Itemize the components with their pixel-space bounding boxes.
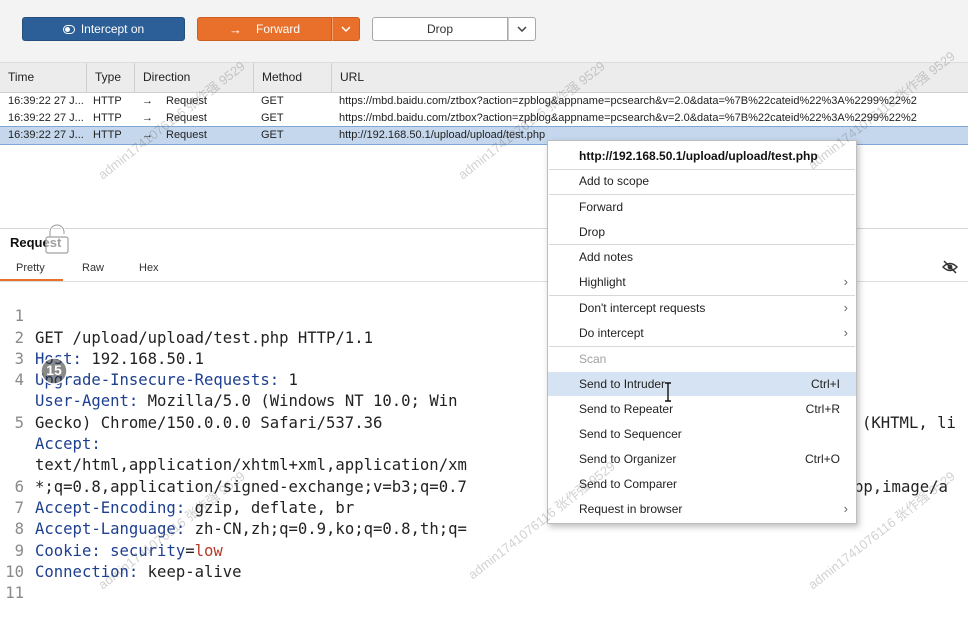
cell-direction: Request — [166, 129, 207, 141]
cell-type: HTTP — [93, 112, 122, 124]
chevron-down-icon — [341, 26, 351, 32]
forward-label: Forward — [255, 22, 300, 36]
code-line: 10 — [0, 541, 968, 581]
cell-time: 16:39:22 27 J... — [8, 112, 84, 124]
column-header-url[interactable]: URL — [331, 63, 968, 92]
cell-type: HTTP — [93, 95, 122, 107]
cell-url: https://mbd.baidu.com/ztbox?action=zpblo… — [339, 95, 917, 107]
cell-direction: Request — [166, 112, 207, 124]
menu-item-send-to-repeater[interactable]: Send to Repeater Ctrl+R — [548, 397, 856, 421]
table-row[interactable]: 16:39:22 27 J... HTTP → Request GET http… — [0, 93, 968, 110]
menu-item-label: Forward — [579, 200, 624, 214]
drop-button[interactable]: Drop — [372, 17, 508, 41]
unlock-icon — [45, 223, 69, 254]
chevron-right-icon: › — [843, 325, 848, 340]
menu-item-label: Scan — [579, 352, 607, 366]
proxy-toolbar: Intercept on → Forward Drop — [0, 0, 968, 62]
chevron-down-icon — [517, 26, 527, 32]
tab-hex[interactable]: Hex — [139, 262, 159, 274]
cell-method: GET — [261, 129, 284, 141]
menu-item-scan: Scan — [548, 347, 856, 371]
text-cursor-icon — [665, 382, 671, 402]
menu-item-label: Send to Comparer — [579, 477, 678, 491]
arrow-right-icon: → — [142, 129, 153, 141]
menu-item-send-to-sequencer[interactable]: Send to Sequencer — [548, 422, 856, 446]
drop-label: Drop — [426, 22, 453, 36]
context-menu-url: http://192.168.50.1/upload/upload/test.p… — [579, 149, 818, 163]
menu-item-send-to-comparer[interactable]: Send to Comparer — [548, 472, 856, 496]
intercept-toggle-button[interactable]: Intercept on — [22, 17, 185, 41]
chevron-right-icon: › — [843, 501, 848, 516]
chevron-right-icon: › — [843, 274, 848, 289]
intercept-history-table: Time Type Direction Method URL 16:39:22 … — [0, 62, 968, 145]
cell-url: https://mbd.baidu.com/ztbox?action=zpblo… — [339, 112, 917, 124]
column-header-time[interactable]: Time — [0, 63, 86, 92]
arrow-right-icon: → — [228, 21, 242, 37]
menu-item-label: Add notes — [579, 250, 634, 264]
menu-item-label: Add to scope — [579, 174, 650, 188]
menu-item-label: Send to Organizer — [579, 452, 677, 466]
timer-badge: 15 — [32, 356, 76, 386]
line-number: 11 — [5, 584, 24, 603]
menu-item-dont-intercept[interactable]: Don't intercept requests › — [548, 296, 856, 320]
cell-time: 16:39:22 27 J... — [8, 129, 84, 141]
menu-item-add-to-scope[interactable]: Add to scope — [548, 169, 856, 193]
menu-item-label: Don't intercept requests — [579, 301, 706, 315]
toggle-icon — [62, 24, 75, 34]
chevron-right-icon: › — [843, 300, 848, 315]
table-row[interactable]: 16:39:22 27 J... HTTP → Request GET http… — [0, 110, 968, 127]
forward-button[interactable]: → Forward — [197, 17, 332, 41]
column-header-method[interactable]: Method — [253, 63, 331, 92]
menu-item-request-in-browser[interactable]: Request in browser › — [548, 497, 856, 521]
code-line: 11 — [0, 562, 968, 602]
cell-type: HTTP — [93, 129, 122, 141]
menu-item-highlight[interactable]: Highlight › — [548, 270, 856, 294]
forward-dropdown-button[interactable] — [332, 17, 360, 41]
column-header-type[interactable]: Type — [86, 63, 134, 92]
cell-method: GET — [261, 112, 284, 124]
menu-item-do-intercept[interactable]: Do intercept › — [548, 321, 856, 345]
tab-pretty[interactable]: Pretty — [16, 262, 45, 274]
menu-item-label: Send to Intruder — [579, 377, 666, 391]
arrow-right-icon: → — [142, 95, 153, 107]
tab-raw[interactable]: Raw — [82, 262, 104, 274]
menu-item-label: Do intercept — [579, 326, 644, 340]
menu-item-shortcut: Ctrl+O — [804, 452, 840, 466]
menu-item-forward[interactable]: Forward — [548, 195, 856, 219]
cell-method: GET — [261, 95, 284, 107]
context-menu: http://192.168.50.1/upload/upload/test.p… — [547, 140, 857, 524]
menu-item-label: Request in browser — [579, 502, 683, 516]
timer-value: 15 — [46, 362, 62, 378]
menu-item-shortcut: Ctrl+R — [805, 402, 840, 416]
menu-item-drop[interactable]: Drop — [548, 220, 856, 244]
menu-item-label: Highlight — [579, 275, 626, 289]
cell-time: 16:39:22 27 J... — [8, 95, 84, 107]
drop-dropdown-button[interactable] — [508, 17, 536, 41]
menu-item-send-to-intruder[interactable]: Send to Intruder Ctrl+I — [548, 372, 856, 396]
intercept-label: Intercept on — [80, 22, 145, 36]
cell-direction: Request — [166, 95, 207, 107]
menu-item-label: Drop — [579, 225, 606, 239]
eye-off-icon[interactable] — [942, 260, 958, 274]
table-header: Time Type Direction Method URL — [0, 62, 968, 93]
menu-item-shortcut: Ctrl+I — [810, 377, 840, 391]
menu-item-add-notes[interactable]: Add notes — [548, 245, 856, 269]
arrow-right-icon: → — [142, 112, 153, 124]
menu-item-label: Send to Sequencer — [579, 427, 682, 441]
column-header-direction[interactable]: Direction — [134, 63, 253, 92]
menu-item-label: Send to Repeater — [579, 402, 674, 416]
menu-item-send-to-organizer[interactable]: Send to Organizer Ctrl+O — [548, 447, 856, 471]
